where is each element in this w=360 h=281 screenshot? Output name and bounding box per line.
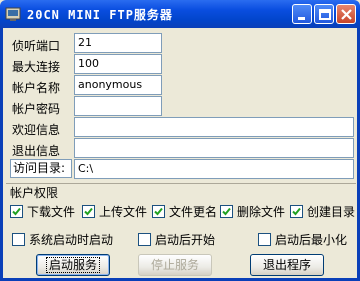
- access-dir-input[interactable]: C:\: [74, 159, 354, 179]
- check-icon: [12, 207, 21, 216]
- perm-mkdir[interactable]: 创建目录: [290, 203, 355, 220]
- perm-rename-label: 文件更名: [169, 205, 218, 219]
- check-icon: [154, 207, 163, 216]
- perm-delete[interactable]: 删除文件: [220, 203, 285, 220]
- account-name-label: 帐户名称: [12, 81, 61, 95]
- option-minimize-after-launch-label: 启动后最小化: [275, 233, 348, 247]
- checkbox[interactable]: [10, 205, 23, 218]
- maximize-button[interactable]: [314, 4, 334, 24]
- start-service-button[interactable]: 启动服务: [36, 254, 110, 276]
- checkbox[interactable]: [220, 205, 233, 218]
- check-icon: [84, 207, 93, 216]
- start-service-label: 启动服务: [45, 257, 100, 273]
- welcome-label: 欢迎信息: [12, 123, 61, 137]
- close-icon: [341, 9, 352, 20]
- check-icon: [292, 207, 301, 216]
- check-icon: [222, 207, 231, 216]
- welcome-input[interactable]: [74, 117, 354, 137]
- minimize-icon: [298, 17, 305, 20]
- close-button[interactable]: [336, 4, 356, 24]
- checkbox[interactable]: [290, 205, 303, 218]
- perm-upload[interactable]: 上传文件: [82, 203, 147, 220]
- checkbox[interactable]: [258, 233, 271, 246]
- checkbox[interactable]: [12, 233, 25, 246]
- option-start-after-launch[interactable]: 启动后开始: [138, 231, 215, 248]
- perm-upload-label: 上传文件: [99, 205, 148, 219]
- exit-msg-label: 退出信息: [12, 144, 61, 158]
- perm-delete-label: 删除文件: [237, 205, 286, 219]
- account-password-input[interactable]: [74, 96, 162, 116]
- permissions-title: 帐户权限: [8, 184, 61, 201]
- account-password-label: 帐户密码: [12, 102, 61, 116]
- port-label: 侦听端口: [12, 39, 61, 53]
- perm-download[interactable]: 下载文件: [10, 203, 75, 220]
- port-input[interactable]: 21: [74, 33, 162, 53]
- max-conn-label: 最大连接: [12, 60, 61, 74]
- title-bar[interactable]: 20CN MINI FTP服务器: [0, 0, 360, 28]
- account-name-input[interactable]: anonymous: [74, 75, 162, 95]
- checkbox[interactable]: [152, 205, 165, 218]
- option-start-with-system-label: 系统启动时启动: [29, 233, 114, 247]
- stop-service-button[interactable]: 停止服务: [138, 254, 212, 276]
- option-minimize-after-launch[interactable]: 启动后最小化: [258, 231, 347, 248]
- option-start-with-system[interactable]: 系统启动时启动: [12, 231, 113, 248]
- checkbox[interactable]: [138, 233, 151, 246]
- exit-msg-input[interactable]: [74, 138, 354, 158]
- checkbox[interactable]: [82, 205, 95, 218]
- max-conn-input[interactable]: 100: [74, 54, 162, 74]
- access-dir-button[interactable]: 访问目录:: [10, 159, 72, 178]
- window-title: 20CN MINI FTP服务器: [27, 8, 173, 22]
- perm-download-label: 下载文件: [27, 205, 76, 219]
- exit-program-button[interactable]: 退出程序: [250, 254, 324, 276]
- maximize-icon: [319, 9, 331, 20]
- option-start-after-launch-label: 启动后开始: [155, 233, 216, 247]
- perm-mkdir-label: 创建目录: [307, 205, 356, 219]
- minimize-button[interactable]: [292, 4, 312, 24]
- perm-rename[interactable]: 文件更名: [152, 203, 217, 220]
- ftp-app-icon: [5, 7, 21, 21]
